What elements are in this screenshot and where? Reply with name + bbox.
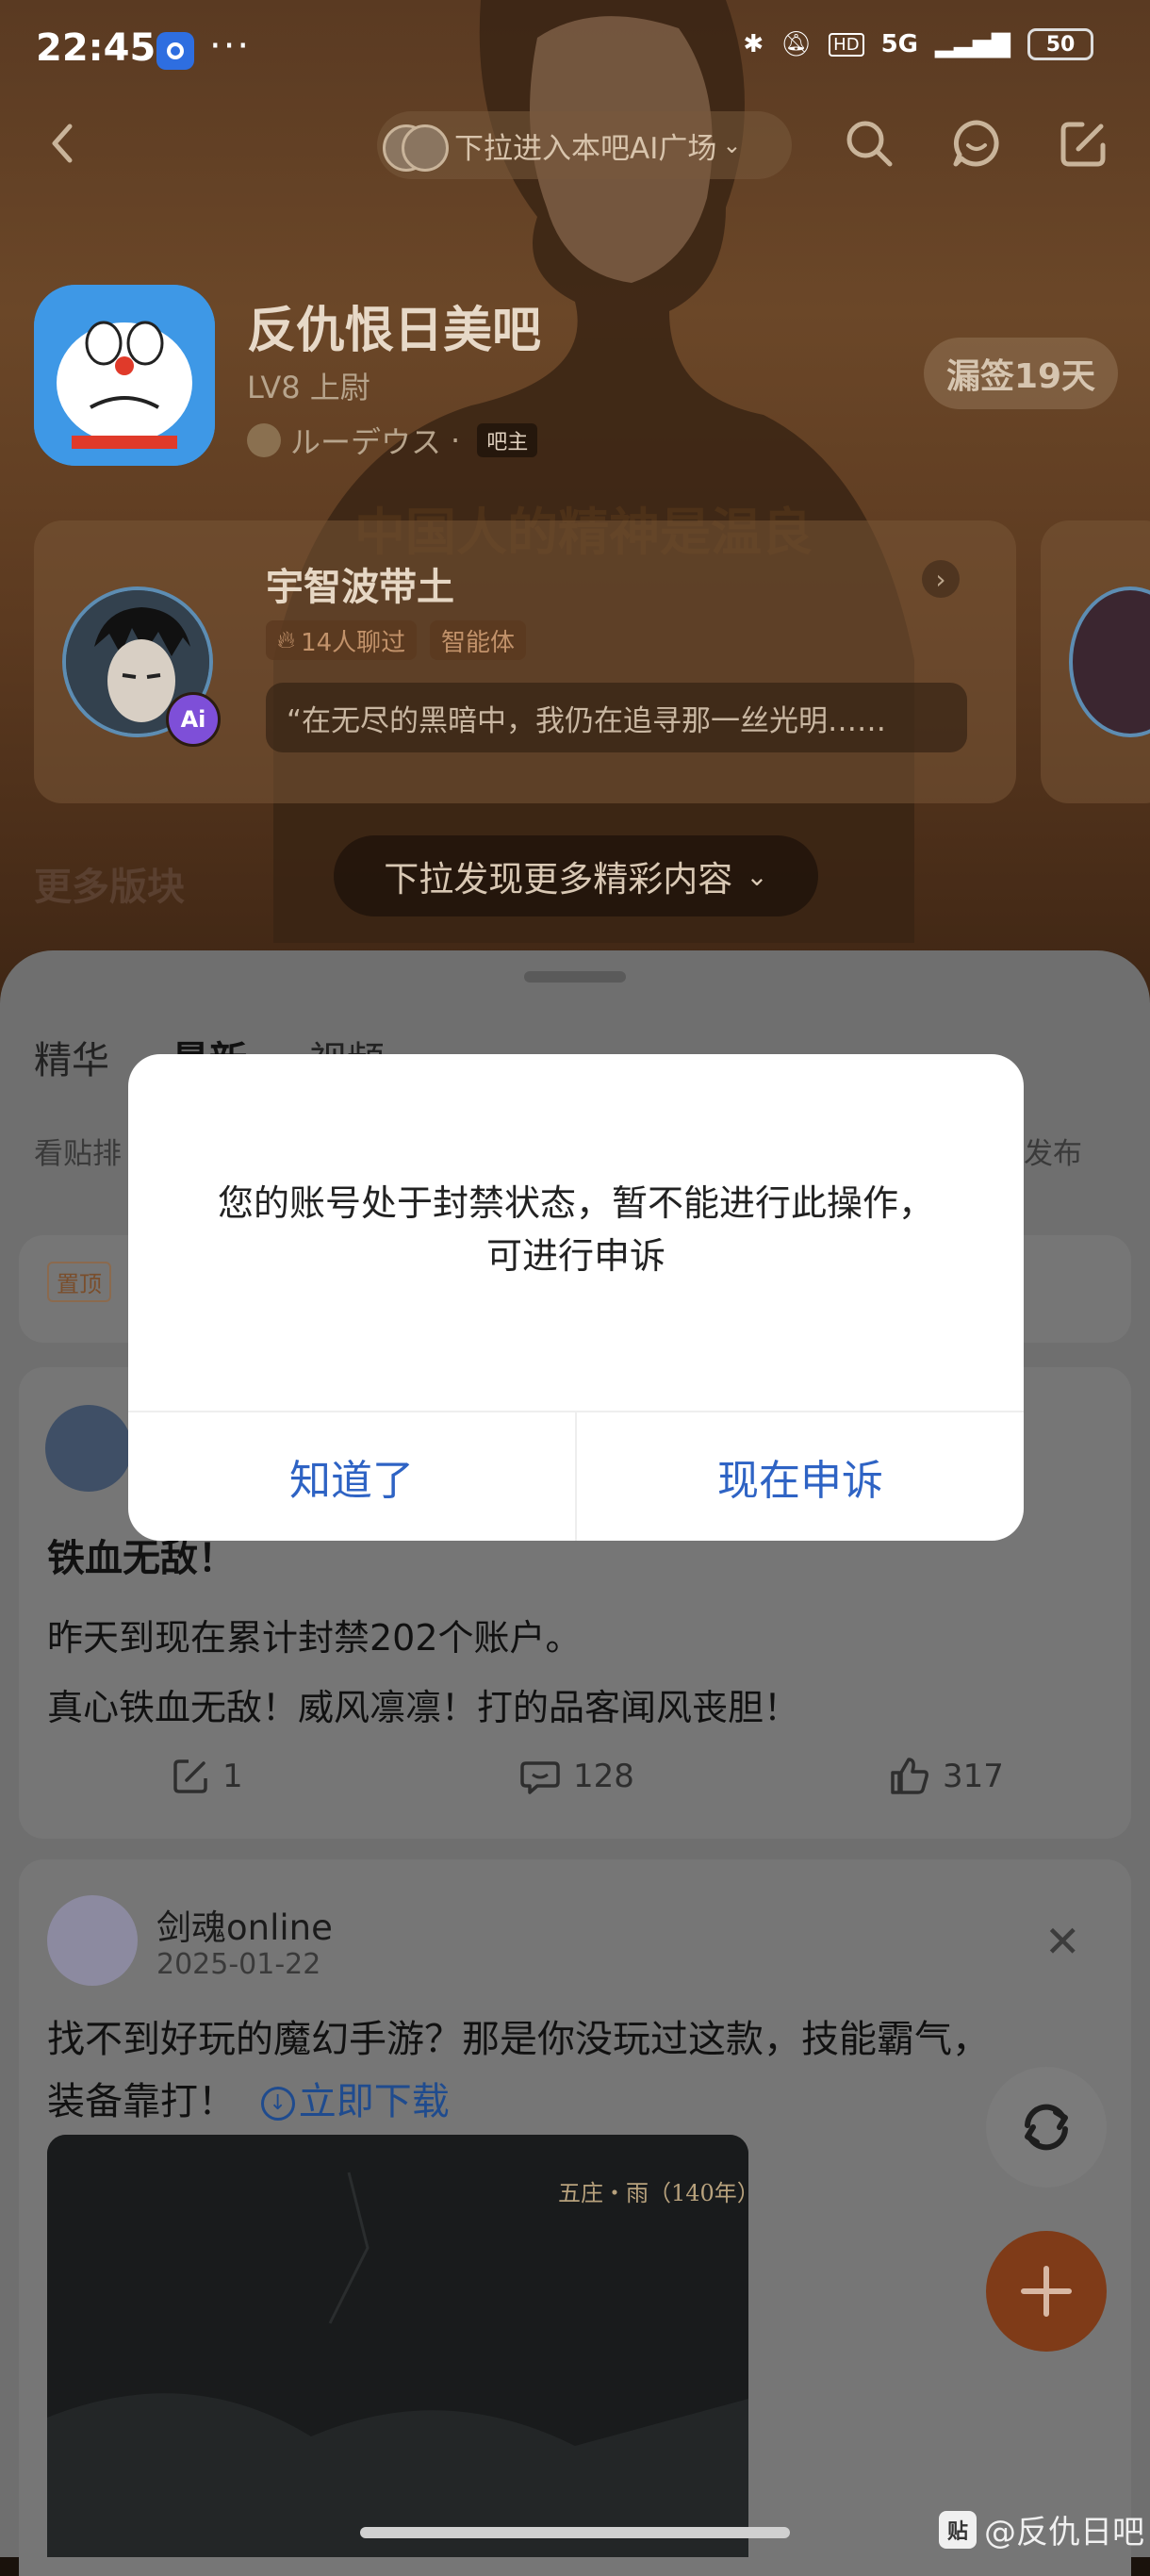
ai-badge-icon: Ai — [166, 692, 221, 747]
ai-agent-name: 宇智波带土 — [266, 566, 454, 609]
like-count: 317 — [943, 1758, 1004, 1795]
appeal-now-button[interactable]: 现在申诉 — [577, 1412, 1024, 1541]
double-chevron-down-icon: ⌄ — [746, 860, 768, 892]
sort-option[interactable]: 看贴排 — [34, 1130, 122, 1172]
ai-square-label: 下拉进入本吧AI广场 — [454, 131, 717, 166]
bluetooth-icon: ✱ — [743, 30, 764, 58]
more-sections-label: 更多版块 — [34, 866, 185, 909]
sheet-handle[interactable] — [524, 971, 626, 983]
ad-author-name[interactable]: 剑魂online — [156, 1899, 333, 1950]
download-icon: ↓ — [260, 2087, 295, 2121]
like-stat[interactable]: 317 — [890, 1758, 1004, 1795]
tieba-logo-icon: 贴 — [939, 2510, 977, 2549]
watermark-text: @反仇日吧 — [984, 2514, 1144, 2551]
tab-featured[interactable]: 精华 — [34, 1030, 109, 1084]
ad-text: 装备靠打！ — [47, 2080, 236, 2123]
publish-sort-option[interactable]: 发布 — [1024, 1130, 1082, 1172]
home-indicator[interactable] — [360, 2527, 790, 2538]
owner-tag: 吧主 — [477, 423, 538, 457]
close-icon[interactable]: ✕ — [1044, 1916, 1081, 1967]
chat-count: 14人聊过 — [301, 628, 406, 657]
watermark: 贴 @反仇日吧 — [939, 2506, 1144, 2552]
more-notifications-icon: ··· — [209, 25, 252, 68]
chevron-down-icon: ⌄ — [722, 132, 742, 158]
ad-text-line: 找不到好玩的魔幻手游？那是你没玩过这款，技能霸气， — [47, 2018, 990, 2061]
download-link-label: 立即下载 — [298, 2080, 450, 2123]
ad-text-line2: 装备靠打！ ↓ 立即下载 — [47, 2071, 1093, 2133]
dialog-message: 您的账号处于封禁状态，暂不能进行此操作， 可进行申诉 — [128, 1177, 1024, 1282]
agent-type-tag: 智能体 — [430, 620, 527, 660]
chat-icon[interactable] — [950, 117, 1003, 170]
dialog-message-line: 您的账号处于封禁状态，暂不能进行此操作， — [217, 1182, 934, 1224]
fire-icon: 🔥︎ — [277, 625, 296, 654]
new-post-button[interactable] — [986, 2231, 1107, 2352]
plus-icon — [1021, 2266, 1072, 2317]
pinned-tag: 置顶 — [47, 1262, 111, 1302]
app-notification-icon — [156, 32, 194, 70]
owner-name: ルーデウス — [290, 424, 442, 460]
status-time: 22:45 — [36, 26, 156, 70]
back-icon[interactable] — [38, 117, 90, 170]
status-bar: 22:45 ··· ✱ 🔕︎ HD 5G ▂▃▅▇ 50 — [0, 0, 1150, 104]
ai-avatars-icon — [383, 122, 449, 172]
share-icon — [173, 1759, 207, 1793]
refresh-icon — [1025, 2104, 1068, 2151]
separator-dot: · — [451, 422, 461, 458]
share-stat[interactable]: 1 — [172, 1758, 243, 1795]
signal-icon: ▂▃▅▇ — [935, 30, 1010, 58]
ad-avatar[interactable] — [47, 1895, 138, 1986]
pull-hint-label: 下拉发现更多精彩内容 — [384, 859, 733, 900]
battery-icon: 50 — [1027, 28, 1093, 60]
share-count: 1 — [222, 1758, 243, 1795]
doraemon-avatar-icon — [34, 285, 215, 466]
comment-count: 128 — [573, 1758, 634, 1795]
mute-icon: 🔕︎ — [780, 30, 813, 58]
forum-avatar[interactable] — [34, 285, 215, 466]
thumbs-up-icon — [891, 1758, 928, 1794]
dialog-message-line: 可进行申诉 — [485, 1235, 665, 1277]
ban-notice-dialog: 您的账号处于封禁状态，暂不能进行此操作， 可进行申诉 知道了 现在申诉 — [128, 1054, 1024, 1541]
search-icon[interactable] — [843, 117, 895, 170]
got-it-button[interactable]: 知道了 — [128, 1412, 575, 1541]
sign-in-button[interactable]: 漏签19天 — [924, 338, 1118, 409]
pull-hint-pill[interactable]: 下拉发现更多精彩内容 ⌄ — [334, 835, 818, 916]
status-icons: ✱ 🔕︎ HD 5G ▂▃▅▇ 50 — [743, 28, 1093, 60]
hd-icon: HD — [829, 32, 864, 57]
forum-owner[interactable]: ルーデウス · 吧主 — [247, 419, 538, 462]
comment-stat[interactable]: 128 — [520, 1758, 634, 1795]
chevron-right-icon[interactable]: › — [922, 560, 960, 598]
ad-image-label: 五庄・雨（140年） — [558, 2180, 760, 2206]
forum-level: LV8 上尉 — [247, 370, 370, 405]
ad-date: 2025-01-22 — [156, 1948, 321, 1981]
network-icon: 5G — [880, 30, 919, 58]
post-author-avatar[interactable] — [45, 1405, 132, 1492]
ai-square-pill[interactable]: 下拉进入本吧AI广场 ⌄ — [377, 111, 792, 179]
owner-avatar-icon — [247, 423, 281, 457]
comment-icon — [520, 1761, 560, 1794]
chat-count-tag: 🔥︎ 14人聊过 — [266, 620, 418, 660]
forum-title: 反仇恨日美吧 — [247, 303, 542, 359]
ai-agent-quote: “在无尽的黑暗中，我仍在追寻那一丝光明…… — [266, 683, 967, 752]
refresh-button[interactable] — [986, 2067, 1107, 2188]
post-body-line: 真心铁血无敌！威风凛凛！打的品客闻风丧胆！ — [47, 1687, 800, 1728]
post-body-line: 昨天到现在累计封禁202个账户。 — [47, 1617, 582, 1659]
download-link[interactable]: ↓ 立即下载 — [248, 2080, 450, 2123]
edit-icon[interactable] — [1058, 117, 1110, 170]
